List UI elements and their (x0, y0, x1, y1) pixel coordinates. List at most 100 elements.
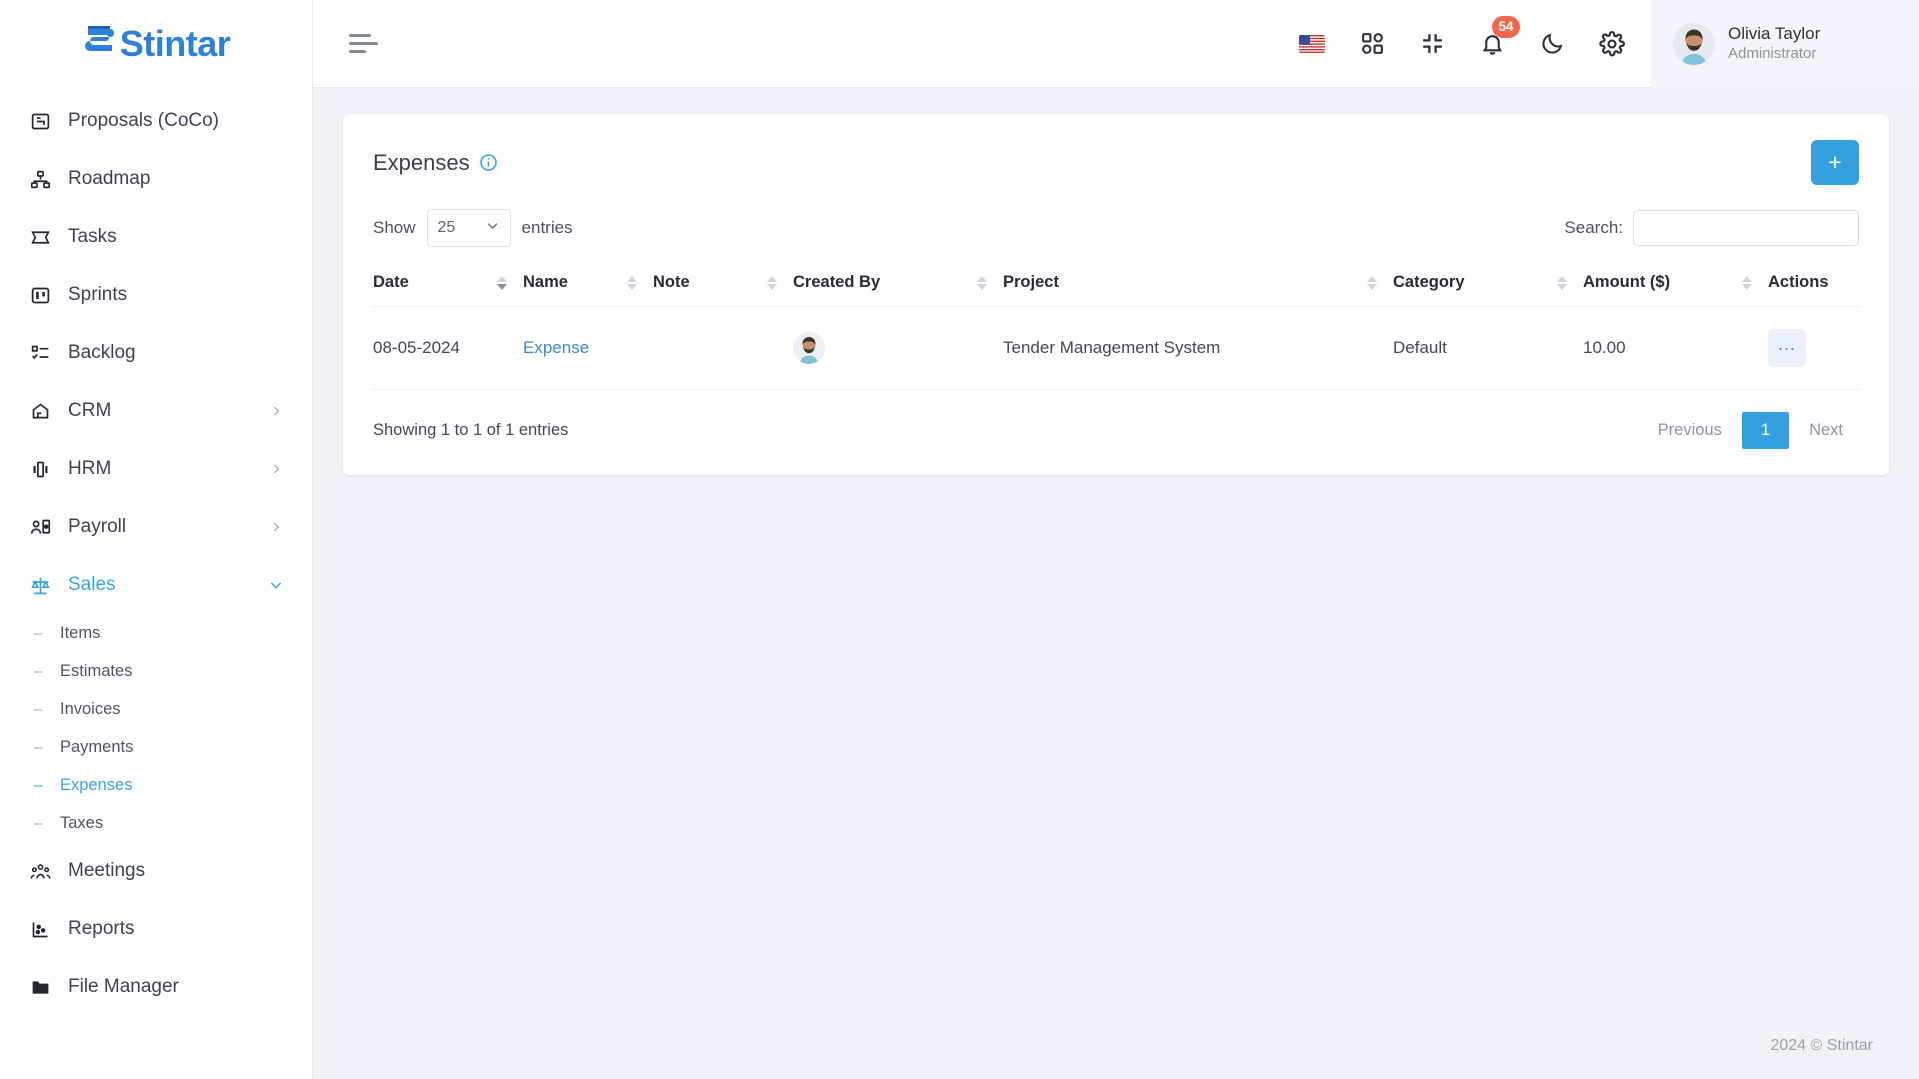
sidebar-item-roadmap[interactable]: Roadmap (0, 150, 312, 208)
col-amount[interactable]: Amount ($) (1583, 263, 1768, 307)
col-name[interactable]: Name (523, 263, 653, 307)
col-created-by-label: Created By (793, 273, 881, 291)
sidebar-subitem-label: Taxes (60, 813, 104, 832)
hamburger-icon[interactable] (349, 33, 383, 54)
sidebar-item-tasks[interactable]: Tasks (0, 208, 312, 266)
sidebar-item-payroll[interactable]: Payroll (0, 498, 312, 556)
sidebar-subitem-payments[interactable]: – Payments (0, 728, 312, 766)
col-actions: Actions (1768, 263, 1859, 307)
sidebar-item-sales[interactable]: Sales (0, 556, 312, 614)
page-title: Expenses (373, 150, 498, 176)
sprints-icon (26, 283, 54, 307)
row-actions-button[interactable]: ... (1768, 329, 1806, 367)
col-category-label: Category (1393, 273, 1465, 291)
brand-logo[interactable]: Stintar (0, 0, 312, 88)
pagination-next[interactable]: Next (1793, 412, 1859, 449)
gear-icon[interactable] (1595, 27, 1629, 61)
entries-label: entries (521, 218, 573, 237)
expense-name-link[interactable]: Expense (523, 338, 589, 357)
sidebar-item-label: Roadmap (68, 168, 151, 189)
bell-icon[interactable]: 54 (1475, 15, 1520, 61)
cell-amount: 10.00 (1583, 306, 1768, 390)
chevron-right-icon (268, 520, 284, 534)
sidebar: Stintar Proposals (CoCo) Roadmap Tasks S… (0, 0, 313, 1079)
sidebar-subitem-taxes[interactable]: – Taxes (0, 804, 312, 842)
fullscreen-exit-icon[interactable] (1415, 27, 1449, 61)
sidebar-item-label: Meetings (68, 860, 146, 881)
sidebar-item-label: Sprints (68, 284, 128, 305)
sidebar-item-backlog[interactable]: Backlog (0, 324, 312, 382)
sidebar-item-proposals[interactable]: Proposals (CoCo) (0, 92, 312, 150)
cell-project: Tender Management System (1003, 306, 1393, 390)
sidebar-subitem-items[interactable]: – Items (0, 614, 312, 652)
chevron-right-icon (268, 404, 284, 418)
page-size-select[interactable]: 25 (426, 209, 511, 247)
sales-icon (26, 573, 54, 597)
sidebar-subitem-estimates[interactable]: – Estimates (0, 652, 312, 690)
cell-date: 08-05-2024 (373, 306, 523, 390)
sidebar-subitem-label: Estimates (60, 661, 133, 680)
dash-icon: – (34, 814, 43, 832)
dash-icon: – (34, 776, 43, 794)
chevron-down-icon (268, 577, 284, 593)
brand-mark-icon (82, 23, 118, 66)
chevron-down-icon (485, 218, 500, 238)
sidebar-item-label: Sales (68, 574, 116, 595)
user-role: Administrator (1728, 45, 1817, 63)
sidebar-item-label: Payroll (68, 516, 127, 537)
page-content: Expenses + Show 25 entries Search: Date … (313, 88, 1919, 1013)
moon-icon[interactable] (1535, 27, 1569, 61)
topbar-icons: 54 (1295, 15, 1651, 61)
expenses-card: Expenses + Show 25 entries Search: Date … (343, 114, 1889, 475)
search-label: Search: (1564, 218, 1623, 237)
sidebar-subitem-label: Expenses (60, 775, 133, 794)
us-flag-icon[interactable] (1295, 27, 1329, 61)
col-project[interactable]: Project (1003, 263, 1393, 307)
col-date-label: Date (373, 273, 409, 291)
chevron-right-icon (268, 462, 284, 476)
dash-icon: – (34, 738, 43, 756)
pagination-page-1[interactable]: 1 (1741, 412, 1790, 449)
sidebar-item-crm[interactable]: CRM (0, 382, 312, 440)
user-profile-menu[interactable]: Olivia Taylor Administrator (1651, 0, 1919, 88)
card-header: Expenses + (343, 114, 1889, 203)
table-row[interactable]: 08-05-2024 Expense Tender Management Sys… (373, 306, 1859, 390)
cell-category: Default (1393, 306, 1583, 390)
sidebar-subitem-invoices[interactable]: – Invoices (0, 690, 312, 728)
roadmap-icon (26, 167, 54, 191)
hrm-icon (26, 457, 54, 481)
sidebar-subitem-expenses[interactable]: – Expenses (0, 766, 312, 804)
topbar: 54 Olivia Taylor Administrator (313, 0, 1919, 88)
col-note-label: Note (653, 273, 690, 291)
user-info: Olivia Taylor Administrator (1728, 23, 1820, 64)
info-circle-icon[interactable] (479, 153, 498, 172)
col-category[interactable]: Category (1393, 263, 1583, 307)
tasks-icon (26, 225, 54, 249)
apps-grid-icon[interactable] (1355, 27, 1389, 61)
created-by-avatar (793, 332, 825, 364)
pagination: Previous 1 Next (1642, 412, 1859, 449)
search-control: Search: (1564, 210, 1859, 246)
sidebar-subitem-label: Payments (60, 737, 134, 756)
page-size-value: 25 (437, 219, 456, 236)
sidebar-item-reports[interactable]: Reports (0, 900, 312, 958)
sort-arrows-icon (1557, 275, 1583, 290)
pagination-previous[interactable]: Previous (1642, 412, 1738, 449)
col-note[interactable]: Note (653, 263, 793, 307)
add-expense-button[interactable]: + (1811, 140, 1859, 185)
dash-icon: – (34, 700, 43, 718)
sidebar-item-label: Tasks (68, 226, 117, 247)
search-input[interactable] (1633, 210, 1859, 246)
sort-arrows-icon (977, 275, 1003, 290)
col-created-by[interactable]: Created By (793, 263, 1003, 307)
table-controls: Show 25 entries Search: (343, 203, 1889, 263)
cell-note (653, 306, 793, 390)
sidebar-item-file-manager[interactable]: File Manager (0, 958, 312, 1016)
col-date[interactable]: Date (373, 263, 523, 307)
avatar (1673, 22, 1715, 65)
sidebar-item-sprints[interactable]: Sprints (0, 266, 312, 324)
sidebar-item-meetings[interactable]: Meetings (0, 842, 312, 900)
sidebar-item-label: Proposals (CoCo) (68, 110, 219, 131)
file-manager-icon (26, 975, 54, 999)
sidebar-item-hrm[interactable]: HRM (0, 440, 312, 498)
